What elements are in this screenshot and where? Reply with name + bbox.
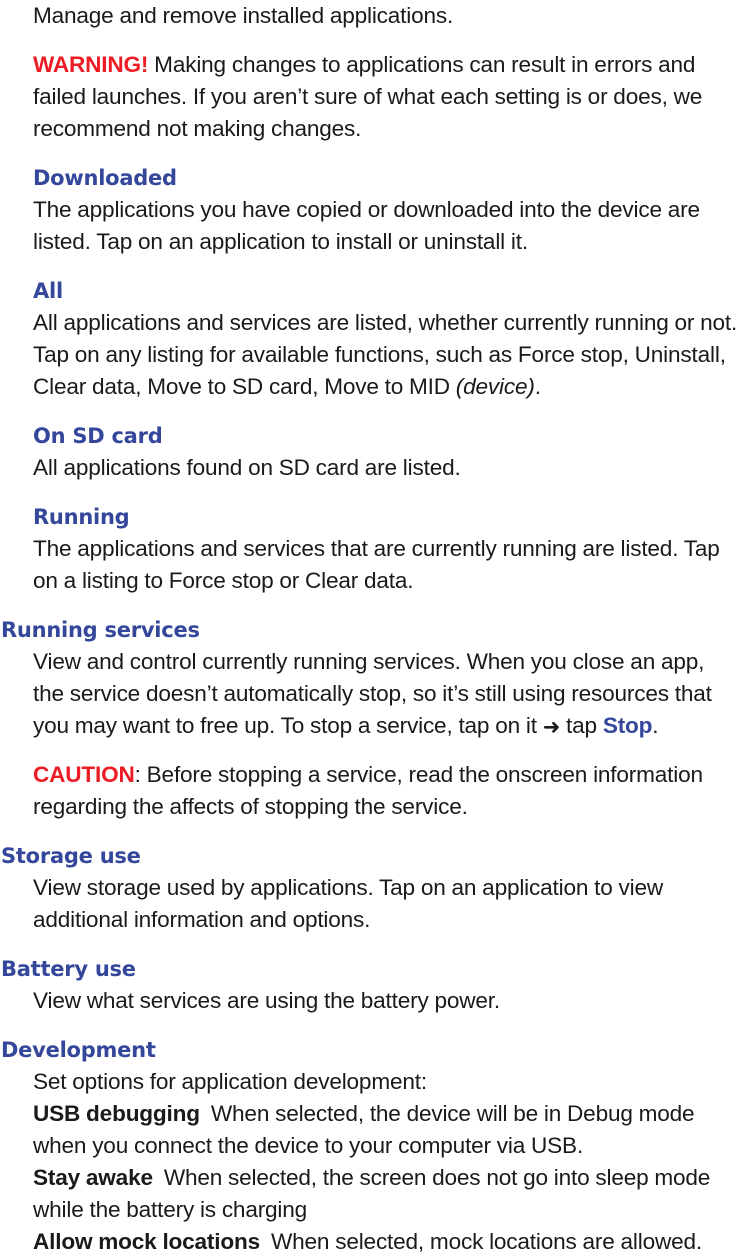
body-running-services-mid: tap	[560, 713, 603, 738]
development-option-stay-awake: Stay awake When selected, the screen does…	[33, 1162, 740, 1226]
body-on-sd-card-text: All applications found on SD card are li…	[33, 455, 461, 480]
warning-paragraph: WARNING! Making changes to applications …	[33, 49, 740, 145]
body-development: Set options for application development:	[33, 1066, 740, 1098]
option-term-stay-awake: Stay awake	[33, 1165, 153, 1190]
caution-label: CAUTION	[33, 762, 135, 787]
body-on-sd-card: All applications found on SD card are li…	[33, 452, 740, 484]
option-term-allow-mock-locations: Allow mock locations	[33, 1229, 261, 1254]
intro-paragraph: Manage and remove installed applications…	[33, 0, 740, 32]
body-all-text-start: All applications and services are listed…	[33, 310, 743, 399]
body-all: All applications and services are listed…	[33, 307, 740, 403]
heading-on-sd-card: On SD card	[33, 424, 163, 448]
stop-emphasis: Stop	[602, 713, 653, 738]
body-running-text: The applications and services that are c…	[33, 536, 726, 593]
heading-all: All	[33, 279, 63, 303]
right-arrow-icon: ➜	[542, 715, 561, 739]
body-running-services-end: .	[652, 713, 659, 738]
development-option-allow-mock-locations: Allow mock locations When selected, mock …	[33, 1226, 740, 1258]
body-all-text-end: .	[534, 374, 541, 399]
development-option-usb-debugging: USB debugging When selected, the device w…	[33, 1098, 740, 1162]
heading-running: Running	[33, 505, 130, 529]
body-running-services: View and control currently running servi…	[33, 646, 740, 742]
body-all-device-italic: (device)	[455, 374, 535, 399]
body-running: The applications and services that are c…	[33, 533, 740, 597]
body-development-text: Set options for application development:	[33, 1069, 427, 1094]
option-definition-allow-mock-locations: When selected, mock locations are allowe…	[271, 1229, 702, 1254]
heading-development: Development	[1, 1038, 156, 1062]
heading-battery-use: Battery use	[1, 957, 136, 981]
caution-paragraph: CAUTION: Before stopping a service, read…	[33, 759, 740, 823]
caution-text: : Before stopping a service, read the on…	[33, 762, 709, 819]
body-battery-use-text: View what services are using the battery…	[33, 988, 500, 1013]
warning-label: WARNING!	[33, 52, 149, 77]
body-battery-use: View what services are using the battery…	[33, 985, 740, 1017]
heading-storage-use: Storage use	[1, 844, 141, 868]
body-downloaded: The applications you have copied or down…	[33, 194, 740, 258]
document-page: Manage and remove installed applications…	[0, 0, 749, 1254]
body-storage-use-text: View storage used by applications. Tap o…	[33, 875, 669, 932]
intro-text: Manage and remove installed applications…	[33, 3, 454, 28]
body-storage-use: View storage used by applications. Tap o…	[33, 872, 740, 936]
heading-downloaded: Downloaded	[33, 166, 177, 190]
option-term-usb-debugging: USB debugging	[33, 1101, 200, 1126]
heading-running-services: Running services	[1, 618, 200, 642]
body-downloaded-text: The applications you have copied or down…	[33, 197, 706, 254]
